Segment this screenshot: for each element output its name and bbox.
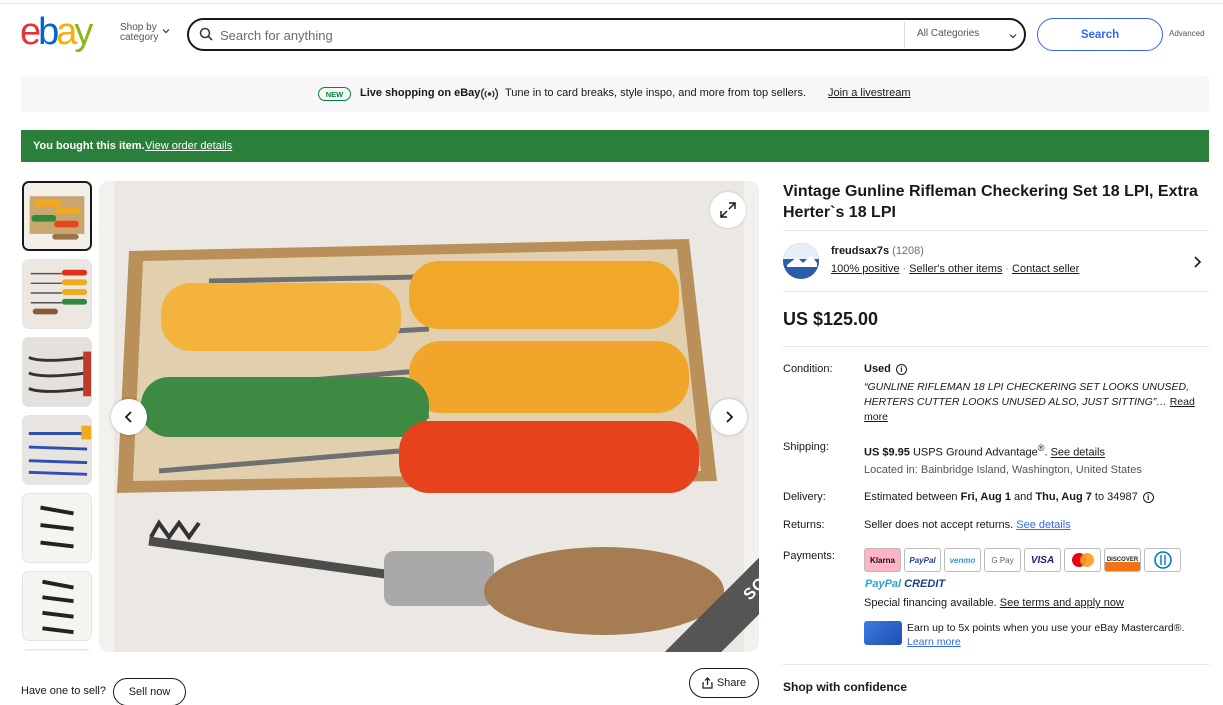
- ebay-mastercard-icon: [864, 621, 902, 645]
- financing-terms-link[interactable]: See terms and apply now: [1000, 597, 1124, 609]
- ebay-logo[interactable]: ebay: [20, 12, 110, 52]
- thumbnail-5[interactable]: [22, 493, 92, 563]
- shipping-value: US $9.95 USPS Ground Advantage®. See det…: [864, 443, 1105, 459]
- share-button[interactable]: Share: [689, 668, 759, 698]
- share-icon: [702, 677, 713, 689]
- shipping-details-link[interactable]: See details: [1051, 447, 1105, 459]
- new-badge: NEW: [318, 87, 351, 101]
- paypal-icon: PayPal: [904, 548, 941, 572]
- thumbnail-1[interactable]: [22, 181, 92, 251]
- thumbnail-3[interactable]: [22, 337, 92, 407]
- advanced-search-link[interactable]: Advanced: [1169, 29, 1205, 38]
- main-product-image[interactable]: SOLD: [99, 181, 759, 652]
- search-button[interactable]: Search: [1037, 18, 1163, 51]
- join-livestream-link[interactable]: Join a livestream: [828, 87, 911, 99]
- purchase-status-banner: You bought this item. View order details: [21, 130, 1209, 162]
- thumbnail-4[interactable]: [22, 415, 92, 485]
- google-pay-icon: G Pay: [984, 548, 1021, 572]
- info-icon[interactable]: i: [1142, 491, 1154, 503]
- purchase-status-text: You bought this item.: [33, 140, 145, 152]
- mastercard-icon: [1064, 548, 1101, 572]
- seller-links: 100% positive · Seller's other items · Conta…: [831, 263, 1080, 275]
- delivery-label: Delivery:: [783, 491, 826, 503]
- shipping-label: Shipping:: [783, 441, 829, 453]
- broadcast-icon: [481, 88, 498, 100]
- live-description: Tune in to card breaks, style inspo, and…: [505, 87, 807, 99]
- expand-image-button[interactable]: [710, 192, 746, 228]
- condition-description: “GUNLINE RIFLEMAN 18 LPI CHECKERING SET …: [864, 381, 1195, 423]
- have-one-to-sell-label: Have one to sell?: [21, 685, 106, 697]
- shop-by-category[interactable]: Shop by category: [120, 23, 158, 43]
- diners-club-icon: [1144, 548, 1181, 572]
- thumbnail-6[interactable]: [22, 571, 92, 641]
- chevron-down-icon: [1009, 34, 1017, 39]
- klarna-icon: Klarna: [864, 548, 901, 572]
- item-price: US $125.00: [783, 309, 879, 329]
- payment-methods: Klarna PayPal venmo G Pay VISA DISCOVER: [864, 548, 1181, 572]
- discover-icon: DISCOVER: [1104, 548, 1141, 572]
- seller-avatar[interactable]: [783, 243, 819, 279]
- seller-positive-link[interactable]: 100% positive: [831, 263, 900, 275]
- item-title: Vintage Gunline Rifleman Checkering Set …: [783, 183, 1198, 221]
- chevron-right-icon[interactable]: [1192, 256, 1202, 268]
- search-icon: [199, 27, 213, 41]
- divider: [783, 664, 1209, 665]
- top-border: [0, 0, 1223, 4]
- chevron-left-icon: [124, 411, 132, 423]
- financing-text: Special financing available. See terms a…: [864, 597, 1124, 609]
- category-select[interactable]: All Categories: [917, 28, 979, 39]
- thumbnail-2[interactable]: [22, 259, 92, 329]
- expand-icon: [720, 202, 736, 218]
- mastercard-promo: Earn up to 5x points when you use your e…: [907, 622, 1185, 648]
- share-label: Share: [716, 677, 747, 689]
- next-image-button[interactable]: [711, 399, 747, 435]
- divider: [783, 291, 1209, 292]
- condition-value: Used i: [864, 363, 907, 375]
- delivery-estimate: Estimated between Fri, Aug 1 and Thu, Au…: [864, 491, 1154, 503]
- sell-now-button[interactable]: Sell now: [113, 678, 186, 705]
- view-order-details-link[interactable]: View order details: [145, 140, 232, 152]
- product-photo: [99, 181, 759, 652]
- contact-seller-link[interactable]: Contact seller: [1012, 263, 1079, 275]
- returns-details-link[interactable]: See details: [1016, 519, 1070, 531]
- payments-label: Payments:: [783, 550, 835, 562]
- divider: [904, 22, 905, 48]
- shop-with-confidence-heading: Shop with confidence: [783, 680, 908, 694]
- seller-feedback-count: (1208): [892, 245, 924, 257]
- info-icon[interactable]: i: [895, 363, 907, 375]
- chevron-down-icon: [162, 29, 170, 34]
- thumbnail-7[interactable]: [22, 649, 92, 651]
- condition-label: Condition:: [783, 363, 833, 375]
- venmo-icon: venmo: [944, 548, 981, 572]
- returns-label: Returns:: [783, 519, 825, 531]
- seller-name[interactable]: freudsax7s (1208): [831, 245, 924, 257]
- search-bar: All Categories: [187, 18, 1026, 51]
- visa-icon: VISA: [1024, 548, 1061, 572]
- learn-more-link[interactable]: Learn more: [907, 636, 961, 648]
- thumbnail-strip: [21, 181, 93, 651]
- search-input[interactable]: [220, 25, 900, 45]
- seller-other-items-link[interactable]: Seller's other items: [909, 263, 1002, 275]
- returns-value: Seller does not accept returns. See deta…: [864, 519, 1071, 531]
- live-title: Live shopping on eBay: [360, 87, 481, 99]
- divider: [783, 230, 1209, 231]
- previous-image-button[interactable]: [111, 399, 147, 435]
- divider: [783, 346, 1209, 347]
- live-shopping-banner: NEW Live shopping on eBay Tune in to car…: [21, 76, 1209, 112]
- paypal-credit-logo: PayPal CREDIT: [865, 578, 946, 590]
- svg-text:ebay: ebay: [20, 12, 93, 52]
- chevron-right-icon: [726, 411, 734, 423]
- item-location: Located in: Bainbridge Island, Washingto…: [864, 464, 1142, 476]
